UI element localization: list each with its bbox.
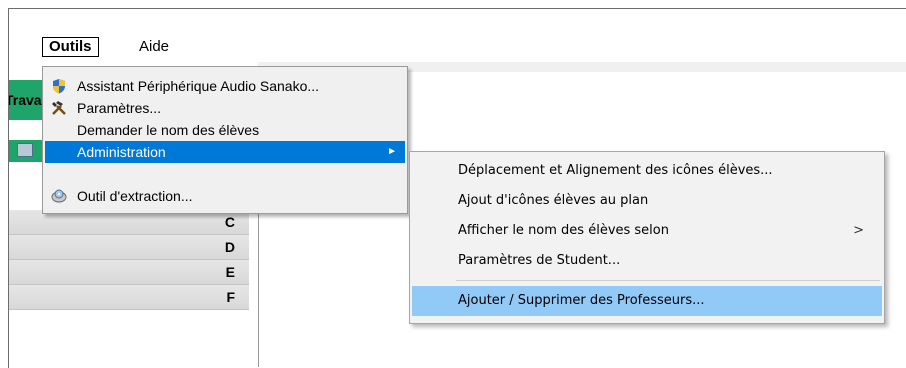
menu-item-administration[interactable]: Administration ► (45, 141, 405, 163)
menu-item-outil-extraction[interactable]: Outil d'extraction... (45, 185, 405, 207)
menu-item-label: Outil d'extraction... (77, 188, 193, 204)
submenu-item-afficher-nom[interactable]: Afficher le nom des élèves selon > (412, 216, 882, 246)
menu-item-parametres[interactable]: Paramètres... (45, 97, 405, 119)
grid-row-label: D (224, 239, 235, 255)
shield-icon (51, 78, 67, 94)
submenu-item-label: Afficher le nom des élèves selon (458, 223, 669, 238)
menu-aide[interactable]: Aide (133, 37, 175, 57)
chevron-right-icon: > (853, 223, 864, 238)
menu-outils[interactable]: Outils (42, 37, 99, 57)
submenu-item-ajout-icones[interactable]: Ajout d'icônes élèves au plan (412, 186, 882, 216)
submenu-item-parametres-student[interactable]: Paramètres de Student... (412, 246, 882, 276)
submenu-separator (456, 280, 880, 281)
submenu-item-ajouter-professeurs[interactable]: Ajouter / Supprimer des Professeurs... (412, 286, 882, 316)
grid-row-label: E (225, 264, 235, 280)
submenu-item-label: Paramètres de Student... (458, 253, 621, 268)
menu-bar: Outils Aide (9, 33, 906, 61)
grid-row-f[interactable]: F (9, 285, 249, 310)
menu-item-assistant[interactable]: Assistant Périphérique Audio Sanako... (45, 75, 405, 97)
submenu-item-label: Ajouter / Supprimer des Professeurs... (458, 293, 705, 308)
menu-item-label: Administration (77, 144, 166, 160)
submenu-item-label: Ajout d'icônes élèves au plan (458, 193, 649, 208)
menu-item-label: Demander le nom des élèves (77, 122, 260, 138)
panel-green-cell[interactable] (9, 140, 43, 162)
disc-icon (51, 188, 67, 204)
submenu-item-label: Déplacement et Alignement des icônes élè… (458, 163, 773, 178)
outils-dropdown-menu: Assistant Périphérique Audio Sanako... P… (42, 66, 408, 214)
menu-item-demander-nom[interactable]: Demander le nom des élèves (45, 119, 405, 141)
panel-header-text: Trava (9, 92, 42, 108)
administration-submenu: Déplacement et Alignement des icônes élè… (409, 151, 885, 324)
submenu-arrow-icon: ► (387, 146, 397, 157)
grid-row-d[interactable]: D (9, 235, 249, 260)
submenu-item-deplacement[interactable]: Déplacement et Alignement des icônes élè… (412, 156, 882, 186)
menu-item-label: Assistant Périphérique Audio Sanako... (77, 78, 320, 94)
menu-item-label: Paramètres... (77, 100, 162, 116)
grid-row-label: F (226, 289, 235, 305)
tools-icon (51, 100, 67, 116)
grid-row-e[interactable]: E (9, 260, 249, 285)
panel-header: Trava (9, 80, 43, 120)
student-icon (17, 143, 33, 157)
